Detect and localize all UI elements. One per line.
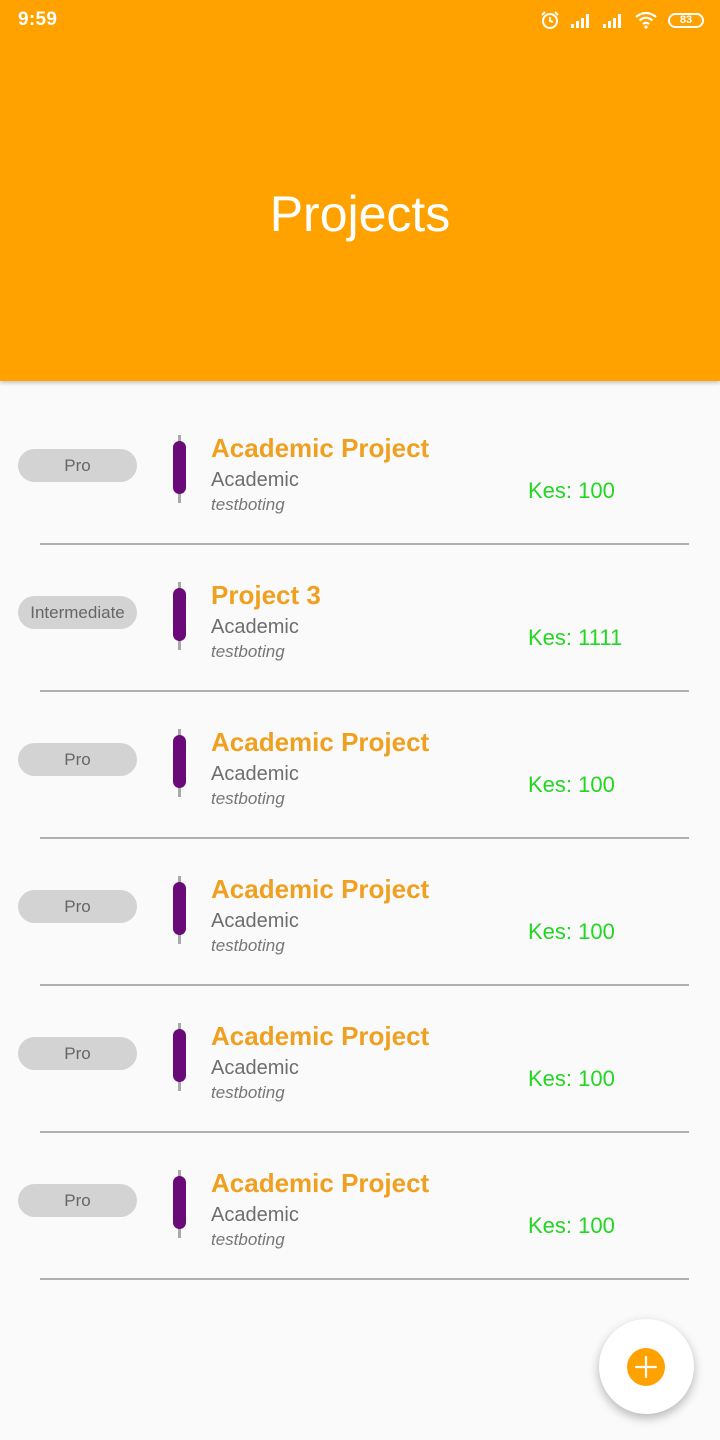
project-row[interactable]: Pro Academic Project Academic testboting… xyxy=(0,675,720,839)
row-divider xyxy=(40,1278,689,1280)
wifi-icon xyxy=(634,11,658,29)
project-price: Kes: 1111 xyxy=(528,625,623,650)
project-title: Academic Project xyxy=(211,433,430,463)
project-row[interactable]: Pro Academic Project Academic testboting… xyxy=(0,822,720,986)
project-row[interactable]: Pro Academic Project Academic testboting… xyxy=(0,381,720,545)
add-project-button[interactable] xyxy=(599,1319,694,1414)
marker-pill xyxy=(173,1029,186,1082)
status-time: 9:59 xyxy=(18,9,58,30)
project-row[interactable]: Pro Academic Project Academic testboting… xyxy=(0,1116,720,1280)
project-user: testboting xyxy=(211,789,285,808)
project-price: Kes: 100 xyxy=(528,919,615,944)
status-icons: 83 xyxy=(540,9,704,31)
project-user: testboting xyxy=(211,936,285,955)
project-price: Kes: 100 xyxy=(528,772,615,797)
project-title: Academic Project xyxy=(211,874,430,904)
project-row[interactable]: Pro Academic Project Academic testboting… xyxy=(0,969,720,1133)
level-badge: Pro xyxy=(18,1037,137,1070)
project-list: Pro Academic Project Academic testboting… xyxy=(0,381,720,1280)
status-bar: 9:59 83 xyxy=(0,0,720,40)
marker-pill xyxy=(173,441,186,494)
project-title: Academic Project xyxy=(211,727,430,757)
project-category: Academic xyxy=(211,910,299,932)
project-user: testboting xyxy=(211,642,285,661)
page-title: Projects xyxy=(269,186,451,242)
project-user: testboting xyxy=(211,495,285,514)
project-title: Academic Project xyxy=(211,1021,430,1051)
level-badge: Intermediate xyxy=(18,596,137,629)
level-badge: Pro xyxy=(18,890,137,923)
project-title: Project 3 xyxy=(211,580,321,610)
marker-pill xyxy=(173,882,186,935)
project-user: testboting xyxy=(211,1230,285,1249)
signal-icon xyxy=(602,11,624,29)
project-category: Academic xyxy=(211,1204,299,1226)
app-header: 9:59 83 Projects xyxy=(0,0,720,381)
project-price: Kes: 100 xyxy=(528,478,615,503)
project-title: Academic Project xyxy=(211,1168,430,1198)
project-row[interactable]: Intermediate Project 3 Academic testboti… xyxy=(0,528,720,692)
level-badge: Pro xyxy=(18,743,137,776)
marker-pill xyxy=(173,588,186,641)
project-category: Academic xyxy=(211,469,299,491)
project-price: Kes: 100 xyxy=(528,1213,615,1238)
project-category: Academic xyxy=(211,763,299,785)
project-price: Kes: 100 xyxy=(528,1066,615,1091)
marker-pill xyxy=(173,1176,186,1229)
level-badge: Pro xyxy=(18,449,137,482)
project-user: testboting xyxy=(211,1083,285,1102)
project-category: Academic xyxy=(211,616,299,638)
alarm-icon xyxy=(540,10,560,30)
marker-pill xyxy=(173,735,186,788)
level-badge: Pro xyxy=(18,1184,137,1217)
project-category: Academic xyxy=(211,1057,299,1079)
battery-icon: 83 xyxy=(668,12,704,28)
signal-icon xyxy=(570,11,592,29)
plus-icon xyxy=(627,1348,665,1386)
